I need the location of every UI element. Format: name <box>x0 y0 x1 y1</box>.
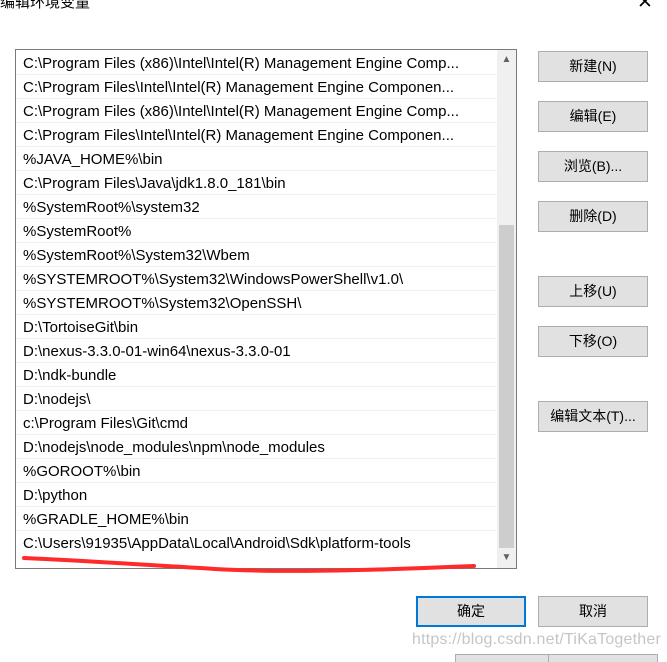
list-item[interactable]: D:\nodejs\node_modules\npm\node_modules <box>16 436 497 459</box>
watermark-text: https://blog.csdn.net/TiKaTogether <box>411 631 661 648</box>
list-item[interactable]: C:\Program Files\Intel\Intel(R) Manageme… <box>16 76 497 99</box>
close-button[interactable]: ✕ <box>631 0 659 14</box>
browse-button[interactable]: 浏览(B)... <box>538 151 648 182</box>
list-item-platform-tools[interactable]: C:\Users\91935\AppData\Local\Android\Sdk… <box>16 532 497 555</box>
list-item[interactable]: D:\python <box>16 484 497 507</box>
list-item[interactable]: C:\Program Files\Java\jdk1.8.0_181\bin <box>16 172 497 195</box>
delete-button[interactable]: 删除(D) <box>538 201 648 232</box>
dialog-title: 编辑环境变量 <box>0 0 91 11</box>
list-item[interactable]: %GOROOT%\bin <box>16 460 497 483</box>
list-item[interactable]: %SystemRoot%\system32 <box>16 196 497 219</box>
scroll-down-arrow-icon[interactable]: ▼ <box>497 550 516 566</box>
list-item[interactable]: C:\Program Files (x86)\Intel\Intel(R) Ma… <box>16 100 497 123</box>
list-item[interactable]: %SYSTEMROOT%\System32\OpenSSH\ <box>16 292 497 315</box>
list-item[interactable]: %GRADLE_HOME%\bin <box>16 508 497 531</box>
edit-text-button[interactable]: 编辑文本(T)... <box>538 401 648 432</box>
scroll-up-arrow-icon[interactable]: ▲ <box>497 52 516 68</box>
background-window-button <box>548 654 658 662</box>
new-button[interactable]: 新建(N) <box>538 51 648 82</box>
scroll-thumb[interactable] <box>499 225 514 548</box>
list-item[interactable]: C:\Program Files (x86)\Intel\Intel(R) Ma… <box>16 52 497 75</box>
list-item[interactable]: %SystemRoot% <box>16 220 497 243</box>
path-listbox[interactable]: C:\Program Files (x86)\Intel\Intel(R) Ma… <box>15 49 517 569</box>
move-up-button[interactable]: 上移(U) <box>538 276 648 307</box>
list-item[interactable]: D:\TortoiseGit\bin <box>16 316 497 339</box>
list-item[interactable]: c:\Program Files\Git\cmd <box>16 412 497 435</box>
vertical-scrollbar[interactable]: ▲ ▼ <box>497 50 516 568</box>
list-item[interactable]: D:\nexus-3.3.0-01-win64\nexus-3.3.0-01 <box>16 340 497 363</box>
path-list-items: C:\Program Files (x86)\Intel\Intel(R) Ma… <box>16 52 497 556</box>
edit-environment-variable-dialog: 编辑环境变量 ✕ C:\Program Files (x86)\Intel\In… <box>0 0 667 662</box>
list-item[interactable]: C:\Program Files\Intel\Intel(R) Manageme… <box>16 124 497 147</box>
list-item[interactable]: %JAVA_HOME%\bin <box>16 148 497 171</box>
list-item[interactable]: D:\ndk-bundle <box>16 364 497 387</box>
cancel-button[interactable]: 取消 <box>538 596 648 627</box>
close-icon: ✕ <box>637 0 653 13</box>
list-item[interactable]: D:\nodejs\ <box>16 388 497 411</box>
edit-button[interactable]: 编辑(E) <box>538 101 648 132</box>
ok-button[interactable]: 确定 <box>416 596 526 627</box>
move-down-button[interactable]: 下移(O) <box>538 326 648 357</box>
list-item[interactable]: %SYSTEMROOT%\System32\WindowsPowerShell\… <box>16 268 497 291</box>
list-item[interactable]: %SystemRoot%\System32\Wbem <box>16 244 497 267</box>
